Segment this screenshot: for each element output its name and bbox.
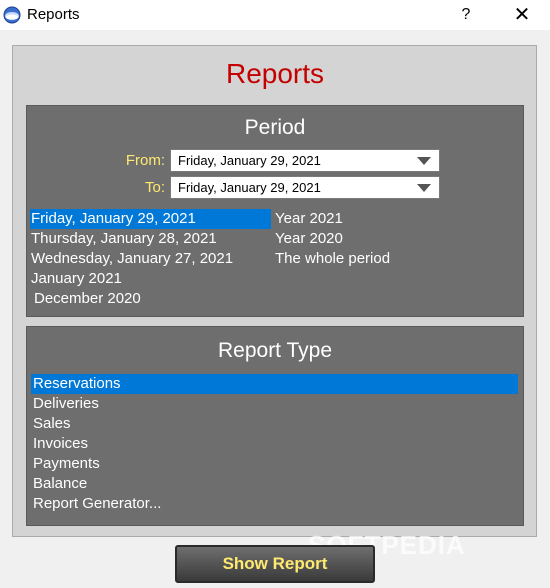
to-date-picker[interactable]: Friday, January 29, 2021 — [170, 176, 440, 199]
show-report-button[interactable]: Show Report — [175, 545, 375, 583]
close-button[interactable]: ✕ — [508, 3, 536, 27]
report-type-item[interactable]: Sales — [33, 414, 71, 434]
page-title: Reports — [225, 58, 325, 89]
report-type-item[interactable]: Invoices — [33, 434, 88, 454]
period-list-item[interactable]: Year 2021 — [275, 209, 343, 229]
report-type-title: Report Type — [217, 339, 332, 362]
report-type-item[interactable]: Reservations — [31, 374, 518, 394]
to-date-value: Friday, January 29, 2021 — [178, 180, 321, 195]
from-label: From: — [125, 152, 165, 169]
from-date-picker[interactable]: Friday, January 29, 2021 — [170, 149, 440, 172]
report-type-item[interactable]: Balance — [33, 474, 87, 494]
report-type-item[interactable]: Payments — [33, 454, 100, 474]
period-list-item[interactable]: Wednesday, January 27, 2021 — [31, 249, 233, 269]
period-list-item[interactable]: Friday, January 29, 2021 — [30, 209, 271, 229]
app-globe-icon — [3, 6, 21, 24]
to-label: To: — [144, 179, 165, 196]
period-title: Period — [244, 116, 306, 139]
title-bar: Reports ? ✕ — [0, 0, 550, 30]
period-list-item[interactable]: January 2021 — [31, 269, 122, 289]
window-title: Reports — [27, 6, 80, 23]
help-button[interactable]: ? — [454, 3, 478, 27]
period-list-item[interactable]: Thursday, January 28, 2021 — [31, 229, 217, 249]
period-list-item[interactable]: The whole period — [275, 249, 390, 269]
period-list-item[interactable]: December 2020 — [34, 289, 141, 309]
period-list-item[interactable]: Year 2020 — [275, 229, 343, 249]
report-type-item[interactable]: Deliveries — [33, 394, 99, 414]
chevron-down-icon[interactable] — [417, 157, 431, 165]
from-date-value: Friday, January 29, 2021 — [178, 153, 321, 168]
chevron-down-icon[interactable] — [417, 184, 431, 192]
report-type-item[interactable]: Report Generator... — [33, 494, 161, 514]
